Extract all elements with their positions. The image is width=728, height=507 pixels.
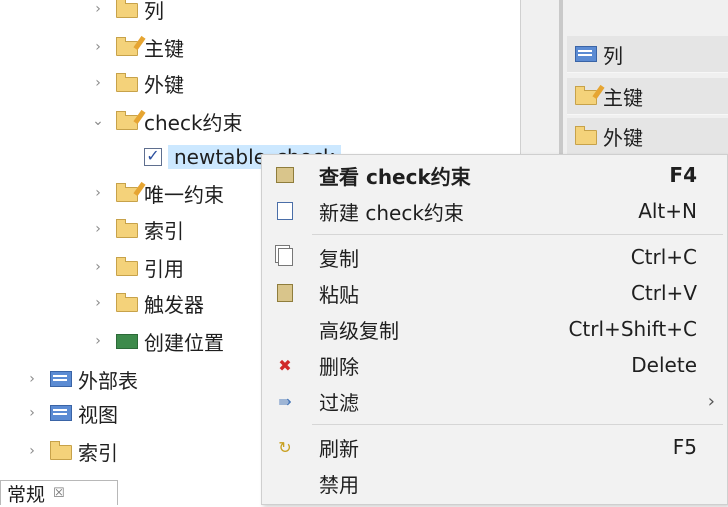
table-icon bbox=[50, 371, 72, 387]
menu-separator bbox=[312, 234, 723, 235]
tab-general[interactable]: 常规 ☒ bbox=[0, 480, 118, 506]
panel-item-primary-key[interactable]: 主键 bbox=[567, 78, 728, 115]
properties-panel: 列 主键 外键 bbox=[520, 0, 728, 160]
expand-chevron-icon[interactable]: › bbox=[88, 185, 108, 201]
menu-item-disable[interactable]: 禁用 bbox=[262, 465, 727, 501]
tree-node-label: 主键 bbox=[144, 36, 184, 61]
menu-item-shortcut: Ctrl+V bbox=[630, 281, 697, 305]
folder-icon bbox=[116, 72, 138, 92]
menu-item-filter[interactable]: ⇛ 过滤 › bbox=[262, 383, 727, 419]
menu-item-label: 高级复制 bbox=[319, 318, 399, 343]
check-constraint-icon: ✓ bbox=[144, 148, 162, 166]
expand-chevron-icon[interactable]: › bbox=[88, 1, 108, 17]
panel-item-foreign-key[interactable]: 外键 bbox=[567, 118, 728, 155]
menu-item-shortcut: Ctrl+Shift+C bbox=[568, 317, 697, 341]
expand-chevron-icon[interactable]: › bbox=[88, 295, 108, 311]
tree-node-unique-constraint[interactable]: › 唯一约束 bbox=[88, 176, 224, 210]
expand-chevron-icon[interactable]: › bbox=[88, 75, 108, 91]
copy-icon bbox=[272, 247, 298, 267]
expand-chevron-icon[interactable]: › bbox=[22, 443, 42, 459]
expand-chevron-icon[interactable]: › bbox=[88, 259, 108, 275]
tree-node-create-location[interactable]: › 创建位置 bbox=[88, 324, 224, 358]
folder-icon bbox=[116, 218, 138, 238]
folder-icon bbox=[50, 440, 72, 460]
collapse-chevron-icon[interactable]: ⌄ bbox=[88, 113, 108, 129]
foreign-key-icon bbox=[575, 125, 597, 145]
tree-node-indexes[interactable]: › 索引 bbox=[88, 212, 184, 246]
folder-edit-icon bbox=[116, 110, 138, 130]
primary-key-icon bbox=[575, 85, 597, 105]
menu-separator bbox=[312, 424, 723, 425]
filter-icon: ⇛ bbox=[278, 391, 292, 411]
refresh-icon: ↻ bbox=[278, 437, 292, 457]
folder-icon bbox=[116, 256, 138, 276]
folder-icon bbox=[116, 292, 138, 312]
expand-chevron-icon[interactable]: › bbox=[88, 39, 108, 55]
tree-node-check-constraint[interactable]: ⌄ check约束 bbox=[88, 104, 243, 138]
submenu-arrow-icon: › bbox=[707, 390, 715, 412]
tree-node-triggers[interactable]: › 触发器 bbox=[88, 286, 204, 320]
menu-item-shortcut: Delete bbox=[631, 353, 697, 377]
menu-item-paste[interactable]: 粘贴 Ctrl+V bbox=[262, 275, 727, 311]
columns-icon bbox=[575, 46, 597, 62]
expand-chevron-icon[interactable]: › bbox=[22, 371, 42, 387]
folder-icon bbox=[116, 0, 138, 18]
tree-node-columns[interactable]: › 列 bbox=[88, 0, 164, 26]
menu-item-label: 过滤 bbox=[319, 390, 359, 415]
menu-item-shortcut: F4 bbox=[669, 163, 697, 187]
menu-item-label: 删除 bbox=[319, 354, 359, 379]
menu-item-advanced-copy[interactable]: 高级复制 Ctrl+Shift+C bbox=[262, 311, 727, 347]
panel-item-label: 外键 bbox=[603, 125, 643, 150]
menu-item-label: 查看 check约束 bbox=[319, 164, 471, 189]
tree-node-label: 列 bbox=[144, 0, 164, 23]
tab-label: 常规 bbox=[7, 483, 46, 506]
menu-item-label: 刷新 bbox=[319, 436, 359, 461]
expand-chevron-icon[interactable]: › bbox=[88, 221, 108, 237]
panel-item-label: 主键 bbox=[603, 85, 643, 110]
tree-node-views[interactable]: › 视图 bbox=[22, 396, 118, 430]
close-icon[interactable]: ☒ bbox=[53, 486, 65, 501]
menu-item-refresh[interactable]: ↻ 刷新 F5 bbox=[262, 429, 727, 465]
view-icon bbox=[272, 165, 298, 185]
tree-node-external-tables[interactable]: › 外部表 bbox=[22, 362, 138, 396]
menu-item-label: 复制 bbox=[319, 246, 359, 271]
tree-node-foreign-key[interactable]: › 外键 bbox=[88, 66, 184, 100]
menu-item-shortcut: Alt+N bbox=[638, 199, 697, 223]
tree-node-label: 唯一约束 bbox=[144, 182, 224, 207]
location-icon bbox=[116, 333, 138, 349]
menu-item-label: 粘贴 bbox=[319, 282, 359, 307]
context-menu: 查看 check约束 F4 新建 check约束 Alt+N 复制 Ctrl+C… bbox=[261, 154, 728, 505]
menu-item-label: 新建 check约束 bbox=[319, 200, 464, 225]
menu-item-shortcut: F5 bbox=[672, 435, 697, 459]
tree-node-label: 索引 bbox=[144, 218, 184, 243]
folder-edit-icon bbox=[116, 36, 138, 56]
menu-item-shortcut: Ctrl+C bbox=[630, 245, 697, 269]
new-icon bbox=[272, 201, 298, 221]
folder-edit-icon bbox=[116, 182, 138, 202]
menu-item-new-check[interactable]: 新建 check约束 Alt+N bbox=[262, 193, 727, 229]
menu-item-copy[interactable]: 复制 Ctrl+C bbox=[262, 239, 727, 275]
tree-node-label: 外部表 bbox=[78, 368, 138, 393]
panel-scrollbar[interactable] bbox=[559, 0, 563, 160]
expand-chevron-icon[interactable]: › bbox=[22, 405, 42, 421]
tree-node-label: 视图 bbox=[78, 402, 118, 427]
tree-node-label: 外键 bbox=[144, 72, 184, 97]
tree-node-label: 创建位置 bbox=[144, 330, 224, 355]
expand-chevron-icon[interactable]: › bbox=[88, 333, 108, 349]
view-icon bbox=[50, 405, 72, 421]
menu-item-label: 禁用 bbox=[319, 472, 359, 497]
menu-item-delete[interactable]: ✖ 删除 Delete bbox=[262, 347, 727, 383]
tree-node-indexes-root[interactable]: › 索引 bbox=[22, 434, 118, 468]
panel-item-columns[interactable]: 列 bbox=[567, 36, 728, 73]
tree-node-label: 引用 bbox=[144, 256, 184, 281]
paste-icon bbox=[272, 283, 298, 303]
tree-node-label: check约束 bbox=[144, 110, 243, 135]
tree-node-primary-key[interactable]: › 主键 bbox=[88, 30, 184, 64]
menu-item-view-check[interactable]: 查看 check约束 F4 bbox=[262, 157, 727, 193]
tree-node-label: 触发器 bbox=[144, 292, 204, 317]
delete-icon: ✖ bbox=[278, 355, 292, 375]
panel-item-label: 列 bbox=[603, 43, 623, 68]
tree-node-label: 索引 bbox=[78, 440, 118, 465]
tree-node-references[interactable]: › 引用 bbox=[88, 250, 184, 284]
